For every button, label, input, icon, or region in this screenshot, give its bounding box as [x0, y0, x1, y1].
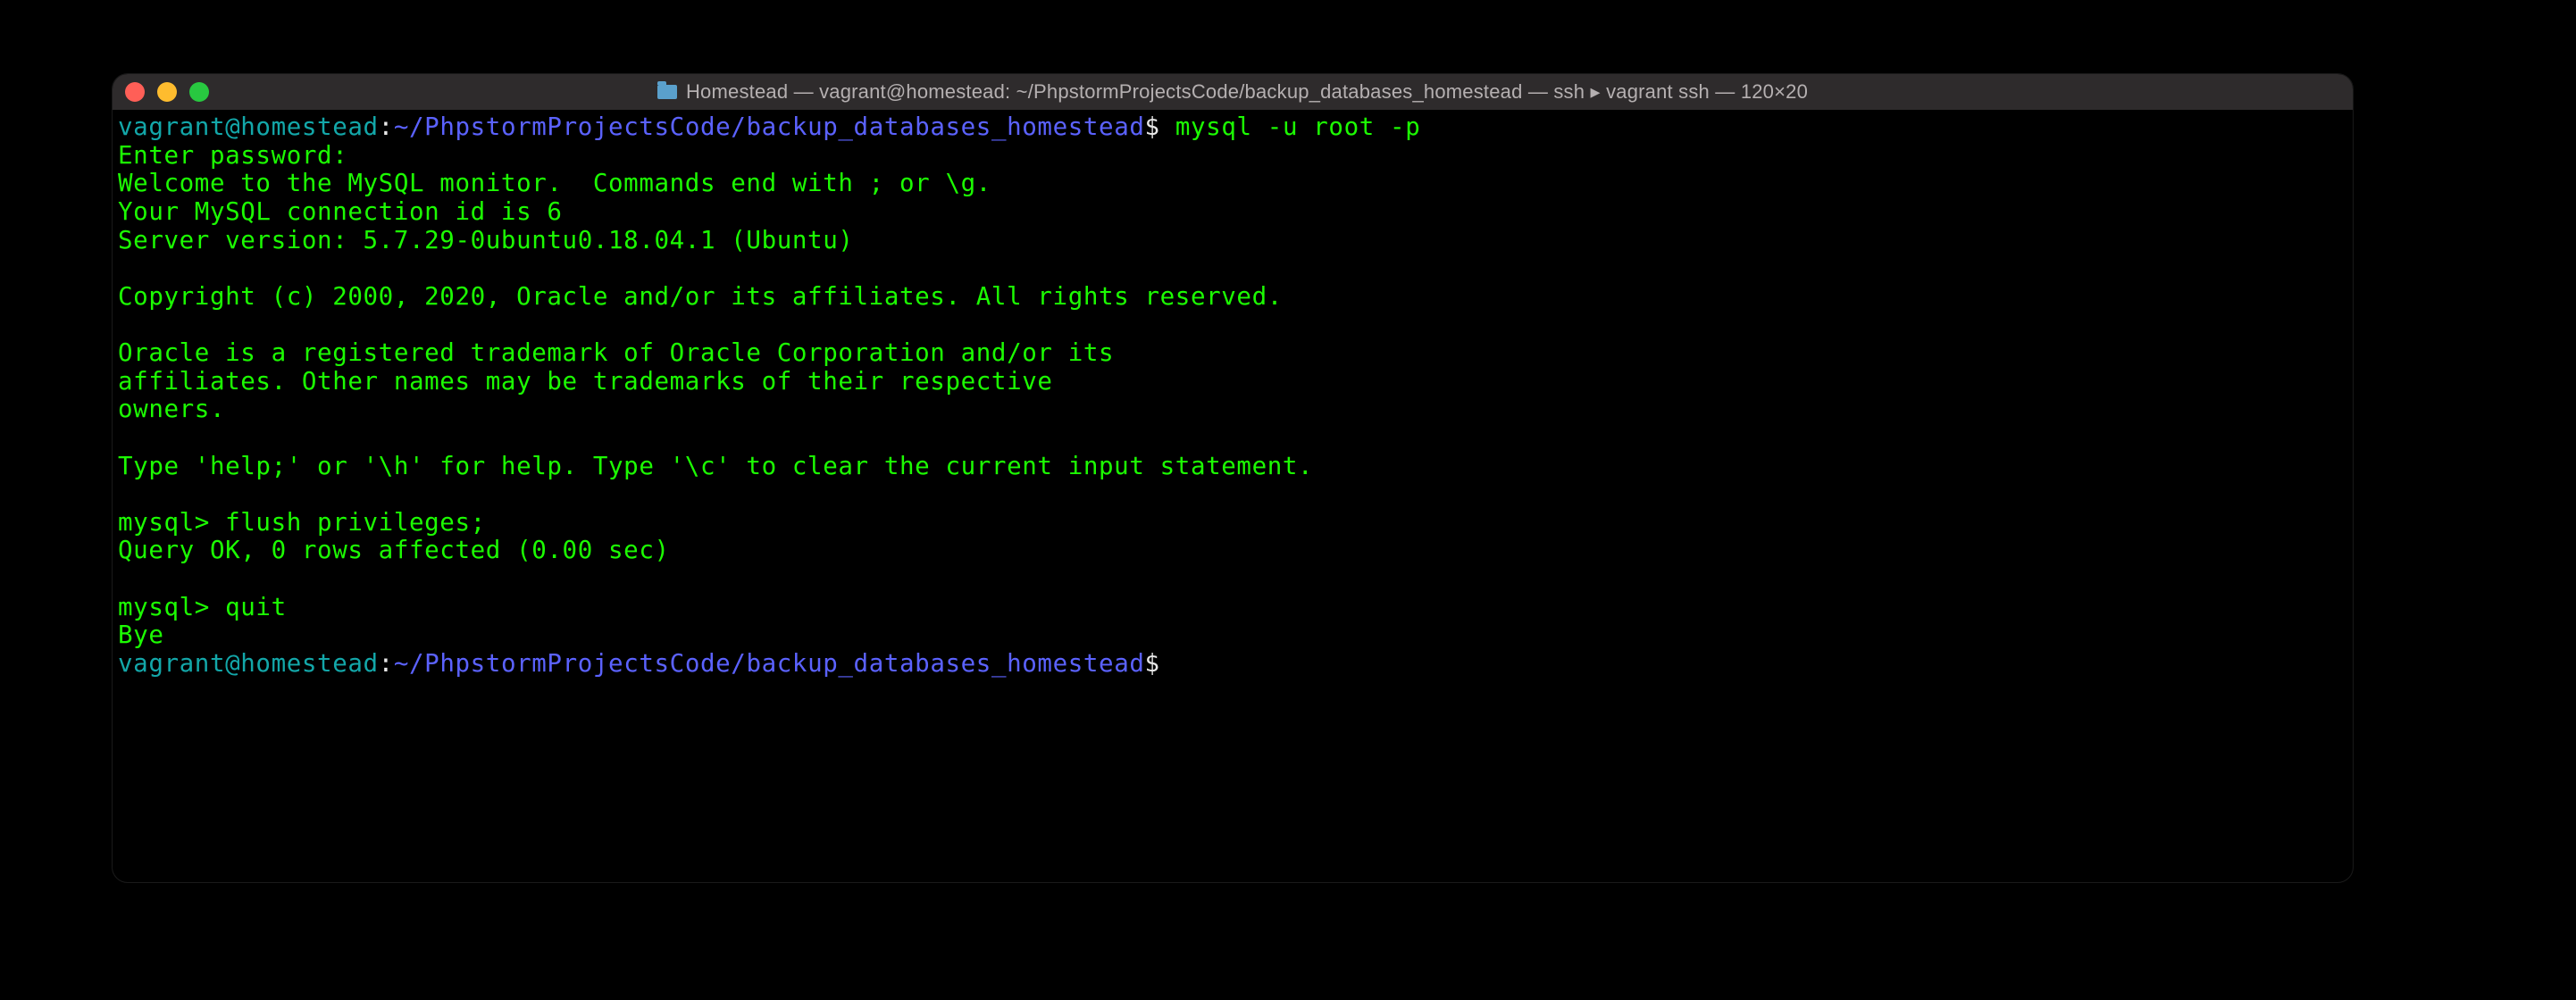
- output-line: Bye: [118, 621, 163, 649]
- titlebar[interactable]: Homestead — vagrant@homestead: ~/Phpstor…: [113, 74, 2353, 110]
- output-line: Copyright (c) 2000, 2020, Oracle and/or …: [118, 282, 1283, 311]
- prompt-dollar: $: [1145, 112, 1160, 141]
- output-line: Oracle is a registered trademark of Orac…: [118, 338, 1114, 367]
- prompt-colon: :: [379, 112, 394, 141]
- output-line: Server version: 5.7.29-0ubuntu0.18.04.1 …: [118, 226, 854, 254]
- output-line: Your MySQL connection id is 6: [118, 197, 563, 226]
- folder-icon: [657, 85, 677, 99]
- window-controls: [125, 82, 209, 102]
- output-line: Type 'help;' or '\h' for help. Type '\c'…: [118, 452, 1313, 480]
- output-line: affiliates. Other names may be trademark…: [118, 367, 1053, 396]
- window-title: Homestead — vagrant@homestead: ~/Phpstor…: [686, 80, 1808, 104]
- prompt-colon: :: [379, 649, 394, 678]
- output-line: Query OK, 0 rows affected (0.00 sec): [118, 536, 670, 564]
- prompt-user: vagrant@homestead: [118, 649, 379, 678]
- prompt-dollar: $: [1145, 649, 1160, 678]
- output-line: Welcome to the MySQL monitor. Commands e…: [118, 169, 991, 197]
- output-line: owners.: [118, 395, 225, 423]
- terminal-body[interactable]: vagrant@homestead:~/PhpstormProjectsCode…: [113, 110, 2353, 684]
- mysql-prompt-line: mysql> quit: [118, 593, 287, 621]
- maximize-icon[interactable]: [189, 82, 209, 102]
- command-text: mysql -u root -p: [1160, 112, 1421, 141]
- mysql-prompt-line: mysql> flush privileges;: [118, 508, 486, 537]
- prompt-path: ~/PhpstormProjectsCode/backup_databases_…: [394, 112, 1145, 141]
- close-icon[interactable]: [125, 82, 145, 102]
- output-line: Enter password:: [118, 141, 347, 170]
- minimize-icon[interactable]: [157, 82, 177, 102]
- title-wrap: Homestead — vagrant@homestead: ~/Phpstor…: [113, 80, 2353, 104]
- terminal-window: Homestead — vagrant@homestead: ~/Phpstor…: [112, 73, 2354, 883]
- prompt-path: ~/PhpstormProjectsCode/backup_databases_…: [394, 649, 1145, 678]
- prompt-user: vagrant@homestead: [118, 112, 379, 141]
